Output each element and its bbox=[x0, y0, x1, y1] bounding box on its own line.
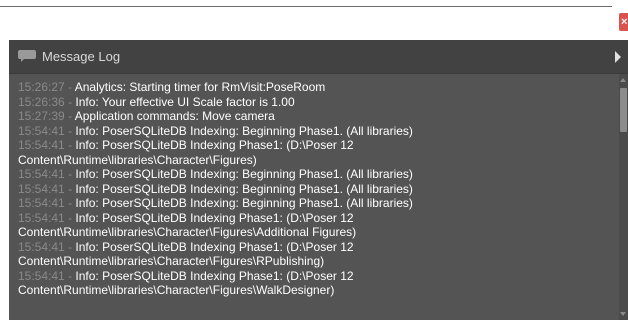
vertical-scrollbar[interactable] bbox=[619, 74, 628, 320]
log-message: Content\Runtime\libraries\Character\Figu… bbox=[18, 225, 357, 239]
log-entry: 15:26:27 - Analytics: Starting timer for… bbox=[9, 80, 615, 95]
log-timestamp: 15:54:41 bbox=[18, 138, 65, 152]
log-separator: - bbox=[68, 268, 73, 283]
log-entry: 15:54:41 - Info: PoserSQLiteDB Indexing:… bbox=[9, 124, 615, 139]
log-entry: 15:54:41 - Info: PoserSQLiteDB Indexing:… bbox=[9, 182, 615, 197]
log-timestamp: 15:54:41 bbox=[18, 123, 65, 138]
expand-arrow-icon[interactable] bbox=[615, 51, 621, 63]
poser-window: × Message Log 15:26:27 - Analytics: Star… bbox=[0, 0, 628, 320]
log-entry: Content\Runtime\libraries\Character\Figu… bbox=[9, 153, 615, 168]
log-separator: - bbox=[68, 94, 73, 109]
log-entry: 15:54:41 - Info: PoserSQLiteDB Indexing … bbox=[9, 211, 615, 226]
log-entry: 15:27:39 - Application commands: Move ca… bbox=[9, 109, 615, 124]
log-separator: - bbox=[68, 167, 73, 181]
log-timestamp: 15:54:41 bbox=[18, 268, 65, 283]
log-message: Content\Runtime\libraries\Character\Figu… bbox=[18, 283, 335, 297]
log-entry: 15:54:41 - Info: PoserSQLiteDB Indexing:… bbox=[9, 167, 615, 182]
scroll-down-icon[interactable] bbox=[620, 312, 626, 316]
log-timestamp: 15:54:41 bbox=[18, 196, 65, 210]
speech-bubble-icon bbox=[18, 50, 36, 62]
log-separator: - bbox=[68, 210, 73, 225]
log-timestamp: 15:54:41 bbox=[18, 167, 65, 181]
log-message: Content\Runtime\libraries\Character\Figu… bbox=[18, 254, 325, 268]
message-log-list[interactable]: 15:26:27 - Analytics: Starting timer for… bbox=[9, 74, 615, 320]
log-timestamp: 15:54:41 bbox=[18, 181, 65, 196]
log-separator: - bbox=[68, 181, 73, 196]
log-message: Info: PoserSQLiteDB Indexing Phase1: (D:… bbox=[75, 239, 354, 254]
log-separator: - bbox=[68, 123, 73, 138]
log-entry: 15:26:36 - Info: Your effective UI Scale… bbox=[9, 95, 615, 110]
log-entry: 15:54:41 - Info: PoserSQLiteDB Indexing … bbox=[9, 138, 615, 153]
log-entry: 15:54:41 - Info: PoserSQLiteDB Indexing … bbox=[9, 269, 615, 284]
close-icon: × bbox=[621, 16, 628, 28]
log-message: Info: PoserSQLiteDB Indexing: Beginning … bbox=[75, 123, 413, 138]
scroll-up-icon[interactable] bbox=[620, 78, 626, 82]
log-message: Info: PoserSQLiteDB Indexing: Beginning … bbox=[75, 196, 413, 210]
log-entry: 15:54:41 - Info: PoserSQLiteDB Indexing:… bbox=[9, 196, 615, 211]
log-entry: Content\Runtime\libraries\Character\Figu… bbox=[9, 283, 615, 298]
panel-title: Message Log bbox=[42, 49, 121, 64]
log-entry: Content\Runtime\libraries\Character\Figu… bbox=[9, 225, 615, 240]
log-entry: 15:54:41 - Info: PoserSQLiteDB Indexing … bbox=[9, 240, 615, 255]
scrollbar-thumb[interactable] bbox=[620, 88, 627, 132]
log-message: Info: Your effective UI Scale factor is … bbox=[75, 94, 295, 109]
log-message: Info: PoserSQLiteDB Indexing Phase1: (D:… bbox=[75, 210, 354, 225]
log-timestamp: 15:54:41 bbox=[18, 210, 65, 225]
log-separator: - bbox=[68, 80, 73, 94]
log-message: Application commands: Move camera bbox=[74, 109, 275, 123]
panel-header: Message Log bbox=[9, 40, 628, 74]
log-message: Info: PoserSQLiteDB Indexing Phase1: (D:… bbox=[75, 268, 354, 283]
log-separator: - bbox=[68, 138, 73, 152]
log-timestamp: 15:26:27 bbox=[18, 80, 65, 94]
log-timestamp: 15:26:36 bbox=[18, 94, 65, 109]
log-message: Analytics: Starting timer for RmVisit:Po… bbox=[74, 80, 326, 94]
log-separator: - bbox=[68, 239, 73, 254]
log-timestamp: 15:27:39 bbox=[18, 109, 65, 123]
window-divider bbox=[0, 6, 612, 7]
log-entry: Content\Runtime\libraries\Character\Figu… bbox=[9, 254, 615, 269]
log-message: Content\Runtime\libraries\Character\Figu… bbox=[18, 152, 257, 167]
log-message: Info: PoserSQLiteDB Indexing: Beginning … bbox=[75, 167, 413, 181]
log-separator: - bbox=[68, 196, 73, 210]
close-button[interactable]: × bbox=[619, 13, 628, 31]
message-log-panel: Message Log 15:26:27 - Analytics: Starti… bbox=[9, 40, 628, 320]
log-timestamp: 15:54:41 bbox=[18, 239, 65, 254]
log-separator: - bbox=[68, 109, 73, 123]
log-message: Info: PoserSQLiteDB Indexing: Beginning … bbox=[75, 181, 413, 196]
log-message: Info: PoserSQLiteDB Indexing Phase1: (D:… bbox=[75, 138, 354, 152]
